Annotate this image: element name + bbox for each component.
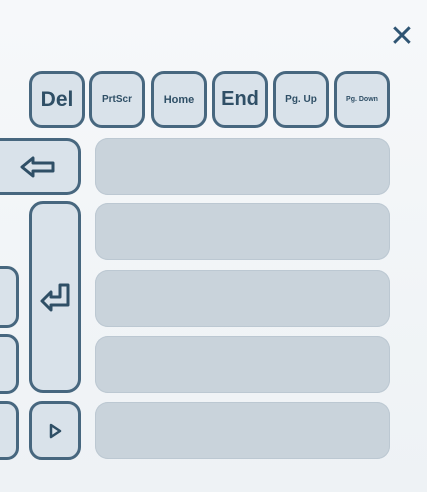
empty-key-slot[interactable]: [95, 138, 390, 195]
end-key[interactable]: End: [212, 71, 268, 128]
keyboard-panel: ✕ Del PrtScr Home End Pg. Up Pg. Down: [0, 0, 427, 492]
close-button[interactable]: ✕: [387, 22, 417, 52]
prtscr-key-label: PrtScr: [101, 94, 132, 105]
backspace-key[interactable]: [0, 138, 81, 195]
prtscr-key[interactable]: PrtScr: [89, 71, 145, 128]
empty-key-slot[interactable]: [95, 203, 390, 260]
empty-key-slot[interactable]: [95, 270, 390, 327]
del-key[interactable]: Del: [29, 71, 85, 128]
empty-key-slot[interactable]: [95, 402, 390, 459]
page-down-key[interactable]: Pg. Down: [334, 71, 390, 128]
close-icon: ✕: [389, 20, 415, 53]
page-up-key[interactable]: Pg. Up: [273, 71, 329, 128]
right-arrow-key[interactable]: [29, 401, 81, 460]
backspace-arrow-icon: [19, 155, 59, 179]
partial-key[interactable]: [0, 334, 19, 394]
enter-key[interactable]: [29, 201, 81, 393]
page-up-key-label: Pg. Up: [285, 94, 317, 105]
home-key[interactable]: Home: [151, 71, 207, 128]
end-key-label: End: [221, 88, 259, 110]
enter-return-icon: [38, 281, 72, 313]
partial-key[interactable]: [0, 401, 19, 460]
right-triangle-icon: [47, 423, 63, 439]
page-down-key-label: Pg. Down: [346, 96, 378, 103]
del-key-label: Del: [40, 87, 74, 111]
empty-key-slot[interactable]: [95, 336, 390, 393]
home-key-label: Home: [163, 93, 195, 106]
partial-key[interactable]: [0, 266, 19, 328]
